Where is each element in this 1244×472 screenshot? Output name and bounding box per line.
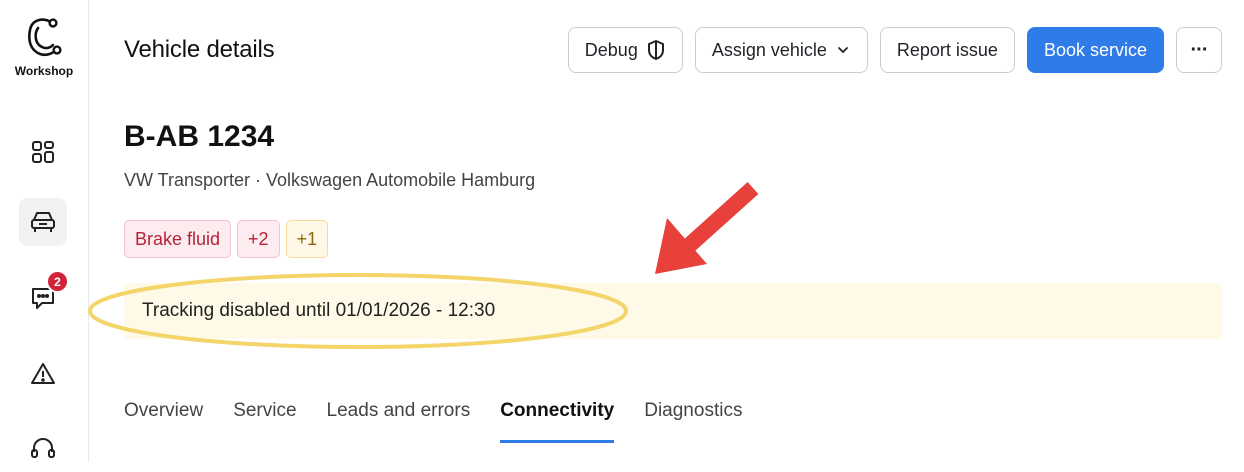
report-issue-button[interactable]: Report issue xyxy=(879,27,1015,73)
chevron-down-icon xyxy=(837,47,848,54)
shield-icon xyxy=(647,40,664,60)
sidebar-item-vehicles[interactable] xyxy=(19,198,67,246)
vehicle-subtitle: VW Transporter · Volkswagen Automobile H… xyxy=(124,170,536,190)
book-service-button[interactable]: Book service xyxy=(1026,27,1164,73)
tab-diagnostics[interactable]: Diagnostics xyxy=(644,392,742,442)
more-dots-icon: ··· xyxy=(1190,38,1209,61)
sidebar-item-messages[interactable]: 2 xyxy=(19,270,69,322)
workshop-logo[interactable]: Workshop xyxy=(0,14,88,78)
logo-label: Workshop xyxy=(14,64,74,78)
toolbar: Debug Assign vehicle Report issue Book s… xyxy=(567,27,1222,73)
tab-connectivity[interactable]: Connectivity xyxy=(500,392,615,443)
headset-icon xyxy=(31,438,55,458)
debug-label: Debug xyxy=(584,39,638,60)
annotation-arrow-icon xyxy=(655,182,759,274)
sidebar-item-dashboard[interactable] xyxy=(19,128,67,176)
sidebar-item-support[interactable] xyxy=(19,424,67,472)
notification-badge: 2 xyxy=(46,270,69,293)
book-service-label: Book service xyxy=(1043,39,1147,60)
tag-more-yellow[interactable]: +1 xyxy=(285,220,329,258)
license-plate: B-AB 1234 xyxy=(124,120,275,153)
tag-more-red[interactable]: +2 xyxy=(237,220,280,258)
car-icon xyxy=(31,212,55,232)
assign-vehicle-button[interactable]: Assign vehicle xyxy=(694,27,868,73)
highlight-ellipse xyxy=(88,273,628,349)
tab-leads-and-errors[interactable]: Leads and errors xyxy=(327,392,471,442)
tag-list: Brake fluid +2 +1 xyxy=(124,220,329,258)
debug-button[interactable]: Debug xyxy=(567,27,683,73)
sidebar: Workshop 2 xyxy=(0,0,89,462)
report-issue-label: Report issue xyxy=(896,39,998,60)
page-title: Vehicle details xyxy=(124,36,275,63)
tab-service[interactable]: Service xyxy=(233,392,296,442)
warning-icon xyxy=(31,363,55,384)
assign-vehicle-label: Assign vehicle xyxy=(711,39,827,60)
more-options-button[interactable]: ··· xyxy=(1176,27,1222,73)
tab-overview[interactable]: Overview xyxy=(124,392,203,442)
tag-brake-fluid[interactable]: Brake fluid xyxy=(124,220,232,258)
tab-bar: Overview Service Leads and errors Connec… xyxy=(124,392,772,462)
logo-icon xyxy=(28,18,62,57)
sidebar-item-alerts[interactable] xyxy=(19,350,67,398)
dashboard-icon xyxy=(32,141,54,163)
